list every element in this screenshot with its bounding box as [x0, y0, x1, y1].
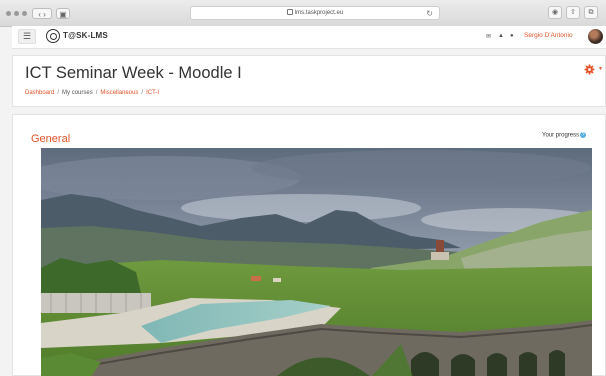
- section-title[interactable]: General: [31, 133, 70, 145]
- brand-logo-icon[interactable]: [46, 29, 60, 43]
- chat-icon[interactable]: ●: [510, 33, 514, 39]
- address-bar[interactable]: lms.taskproject.eu ↻: [190, 6, 440, 20]
- sidebar-toggle-icon[interactable]: ▣: [56, 8, 70, 19]
- your-progress: Your progress?: [542, 132, 587, 139]
- tabs-icon[interactable]: ⧉: [584, 6, 598, 19]
- reload-icon[interactable]: ↻: [426, 9, 433, 18]
- browser-window: ‹ › ▣ lms.taskproject.eu ↻ ◉ ⇧ ⧉ ☰ T@SK-…: [0, 0, 606, 376]
- help-icon[interactable]: ?: [580, 132, 587, 138]
- browser-toolbar: ‹ › ▣ lms.taskproject.eu ↻ ◉ ⇧ ⧉: [0, 0, 606, 27]
- gear-icon[interactable]: [584, 64, 595, 75]
- address-bar-url: lms.taskproject.eu: [294, 10, 344, 16]
- window-close-button[interactable]: [6, 11, 11, 16]
- hamburger-icon[interactable]: ☰: [18, 29, 36, 44]
- gear-menu-chevron-icon[interactable]: ▼: [598, 66, 603, 72]
- avatar[interactable]: [588, 29, 603, 44]
- back-forward-buttons[interactable]: ‹ ›: [32, 8, 52, 19]
- page-title: ICT Seminar Week - Moodle I: [25, 64, 242, 82]
- share-icon[interactable]: ⇧: [566, 6, 580, 19]
- breadcrumb-miscellaneous[interactable]: Miscellaneous: [100, 90, 138, 96]
- breadcrumb-my-courses: My courses: [62, 90, 93, 96]
- lock-icon: [286, 9, 293, 16]
- progress-label: Your progress: [542, 132, 580, 139]
- breadcrumb-dashboard[interactable]: Dashboard: [25, 90, 54, 96]
- site-navbar: ☰ T@SK-LMS ✉ ▲ ● Sergio D'Antonio ▼: [12, 26, 606, 49]
- course-banner-image: [41, 148, 592, 376]
- page-header: ICT Seminar Week - Moodle I Dashboard / My…: [12, 55, 606, 107]
- landscape-bridge-image: [41, 148, 592, 376]
- shield-icon[interactable]: ◉: [548, 6, 562, 19]
- site-brand[interactable]: T@SK-LMS: [63, 31, 108, 40]
- messages-icon[interactable]: ✉: [486, 33, 491, 40]
- breadcrumb: Dashboard / My courses / Miscellaneous / ICT-I: [25, 90, 160, 96]
- breadcrumb-ict-i[interactable]: ICT-I: [146, 90, 159, 96]
- course-section: General Your progress?: [12, 114, 606, 376]
- window-zoom-button[interactable]: [22, 11, 27, 16]
- notifications-icon[interactable]: ▲: [498, 33, 504, 39]
- user-menu-name[interactable]: Sergio D'Antonio: [524, 32, 573, 39]
- window-minimize-button[interactable]: [14, 11, 19, 16]
